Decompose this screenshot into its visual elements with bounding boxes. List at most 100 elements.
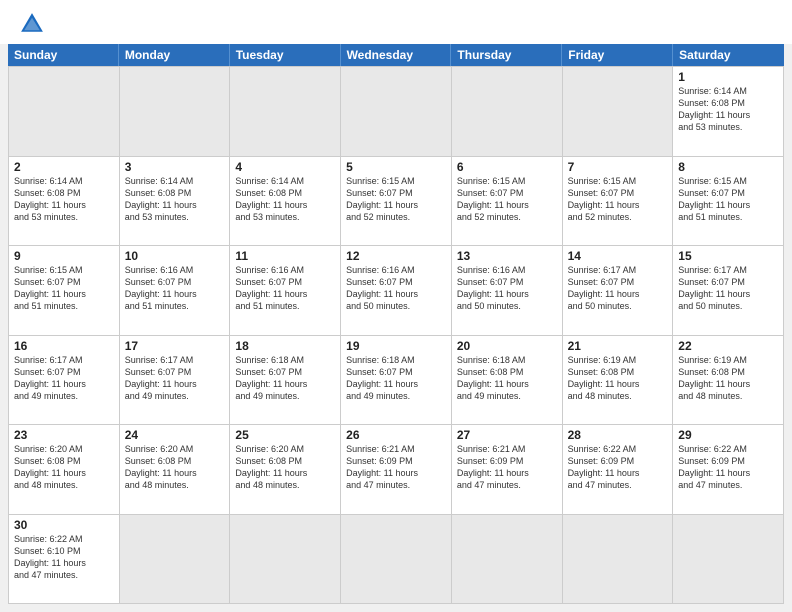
cell-day-number: 8 — [678, 160, 778, 174]
calendar-cell-empty-1 — [120, 67, 231, 157]
calendar-cell-10: 10Sunrise: 6:16 AMSunset: 6:07 PMDayligh… — [120, 246, 231, 336]
day-header-saturday: Saturday — [673, 44, 784, 66]
cell-info: Sunrise: 6:20 AMSunset: 6:08 PMDaylight:… — [14, 443, 114, 492]
cell-info: Sunrise: 6:18 AMSunset: 6:07 PMDaylight:… — [235, 354, 335, 403]
calendar-cell-15: 15Sunrise: 6:17 AMSunset: 6:07 PMDayligh… — [673, 246, 784, 336]
cell-info: Sunrise: 6:15 AMSunset: 6:07 PMDaylight:… — [678, 175, 778, 224]
header — [0, 0, 792, 44]
calendar-cell-3: 3Sunrise: 6:14 AMSunset: 6:08 PMDaylight… — [120, 157, 231, 247]
cell-day-number: 2 — [14, 160, 114, 174]
calendar-cell-empty-3 — [341, 67, 452, 157]
calendar-cell-14: 14Sunrise: 6:17 AMSunset: 6:07 PMDayligh… — [563, 246, 674, 336]
cell-day-number: 13 — [457, 249, 557, 263]
calendar-cell-17: 17Sunrise: 6:17 AMSunset: 6:07 PMDayligh… — [120, 336, 231, 426]
cell-info: Sunrise: 6:17 AMSunset: 6:07 PMDaylight:… — [568, 264, 668, 313]
cell-day-number: 18 — [235, 339, 335, 353]
cell-info: Sunrise: 6:22 AMSunset: 6:10 PMDaylight:… — [14, 533, 114, 582]
cell-info: Sunrise: 6:21 AMSunset: 6:09 PMDaylight:… — [457, 443, 557, 492]
cell-info: Sunrise: 6:22 AMSunset: 6:09 PMDaylight:… — [678, 443, 778, 492]
cell-day-number: 26 — [346, 428, 446, 442]
calendar-cell-empty-0 — [9, 67, 120, 157]
calendar-cell-26: 26Sunrise: 6:21 AMSunset: 6:09 PMDayligh… — [341, 425, 452, 515]
calendar-cell-12: 12Sunrise: 6:16 AMSunset: 6:07 PMDayligh… — [341, 246, 452, 336]
calendar-cell-2: 2Sunrise: 6:14 AMSunset: 6:08 PMDaylight… — [9, 157, 120, 247]
cell-info: Sunrise: 6:15 AMSunset: 6:07 PMDaylight:… — [14, 264, 114, 313]
calendar-cell-7: 7Sunrise: 6:15 AMSunset: 6:07 PMDaylight… — [563, 157, 674, 247]
logo-icon — [18, 10, 46, 38]
cell-day-number: 28 — [568, 428, 668, 442]
calendar-cell-4: 4Sunrise: 6:14 AMSunset: 6:08 PMDaylight… — [230, 157, 341, 247]
day-header-thursday: Thursday — [451, 44, 562, 66]
cell-day-number: 3 — [125, 160, 225, 174]
calendar-cell-13: 13Sunrise: 6:16 AMSunset: 6:07 PMDayligh… — [452, 246, 563, 336]
cell-info: Sunrise: 6:18 AMSunset: 6:08 PMDaylight:… — [457, 354, 557, 403]
cell-info: Sunrise: 6:22 AMSunset: 6:09 PMDaylight:… — [568, 443, 668, 492]
cell-day-number: 25 — [235, 428, 335, 442]
calendar-cell-5: 5Sunrise: 6:15 AMSunset: 6:07 PMDaylight… — [341, 157, 452, 247]
calendar-cell-empty-36 — [120, 515, 231, 605]
cell-info: Sunrise: 6:16 AMSunset: 6:07 PMDaylight:… — [457, 264, 557, 313]
day-header-sunday: Sunday — [8, 44, 119, 66]
cell-info: Sunrise: 6:21 AMSunset: 6:09 PMDaylight:… — [346, 443, 446, 492]
cell-day-number: 14 — [568, 249, 668, 263]
day-header-monday: Monday — [119, 44, 230, 66]
cell-day-number: 17 — [125, 339, 225, 353]
cell-info: Sunrise: 6:17 AMSunset: 6:07 PMDaylight:… — [678, 264, 778, 313]
calendar-cell-6: 6Sunrise: 6:15 AMSunset: 6:07 PMDaylight… — [452, 157, 563, 247]
cell-info: Sunrise: 6:15 AMSunset: 6:07 PMDaylight:… — [457, 175, 557, 224]
cell-info: Sunrise: 6:16 AMSunset: 6:07 PMDaylight:… — [125, 264, 225, 313]
cell-info: Sunrise: 6:15 AMSunset: 6:07 PMDaylight:… — [346, 175, 446, 224]
cell-day-number: 9 — [14, 249, 114, 263]
cell-day-number: 19 — [346, 339, 446, 353]
calendar-grid: 1Sunrise: 6:14 AMSunset: 6:08 PMDaylight… — [8, 66, 784, 604]
cell-day-number: 11 — [235, 249, 335, 263]
logo — [18, 10, 50, 38]
day-header-friday: Friday — [562, 44, 673, 66]
calendar-cell-18: 18Sunrise: 6:18 AMSunset: 6:07 PMDayligh… — [230, 336, 341, 426]
calendar: SundayMondayTuesdayWednesdayThursdayFrid… — [8, 44, 784, 604]
cell-info: Sunrise: 6:18 AMSunset: 6:07 PMDaylight:… — [346, 354, 446, 403]
cell-day-number: 23 — [14, 428, 114, 442]
cell-day-number: 15 — [678, 249, 778, 263]
cell-info: Sunrise: 6:17 AMSunset: 6:07 PMDaylight:… — [125, 354, 225, 403]
cell-info: Sunrise: 6:16 AMSunset: 6:07 PMDaylight:… — [346, 264, 446, 313]
calendar-cell-empty-5 — [563, 67, 674, 157]
calendar-cell-empty-39 — [452, 515, 563, 605]
cell-info: Sunrise: 6:17 AMSunset: 6:07 PMDaylight:… — [14, 354, 114, 403]
calendar-cell-empty-40 — [563, 515, 674, 605]
cell-day-number: 1 — [678, 70, 778, 84]
cell-info: Sunrise: 6:14 AMSunset: 6:08 PMDaylight:… — [125, 175, 225, 224]
cell-info: Sunrise: 6:15 AMSunset: 6:07 PMDaylight:… — [568, 175, 668, 224]
cell-day-number: 12 — [346, 249, 446, 263]
calendar-cell-27: 27Sunrise: 6:21 AMSunset: 6:09 PMDayligh… — [452, 425, 563, 515]
calendar-cell-22: 22Sunrise: 6:19 AMSunset: 6:08 PMDayligh… — [673, 336, 784, 426]
cell-day-number: 30 — [14, 518, 114, 532]
cell-day-number: 20 — [457, 339, 557, 353]
cell-info: Sunrise: 6:20 AMSunset: 6:08 PMDaylight:… — [125, 443, 225, 492]
calendar-cell-1: 1Sunrise: 6:14 AMSunset: 6:08 PMDaylight… — [673, 67, 784, 157]
day-headers: SundayMondayTuesdayWednesdayThursdayFrid… — [8, 44, 784, 66]
cell-info: Sunrise: 6:14 AMSunset: 6:08 PMDaylight:… — [678, 85, 778, 134]
cell-info: Sunrise: 6:19 AMSunset: 6:08 PMDaylight:… — [678, 354, 778, 403]
calendar-cell-empty-41 — [673, 515, 784, 605]
cell-day-number: 16 — [14, 339, 114, 353]
cell-day-number: 29 — [678, 428, 778, 442]
calendar-cell-empty-2 — [230, 67, 341, 157]
cell-day-number: 22 — [678, 339, 778, 353]
cell-day-number: 10 — [125, 249, 225, 263]
cell-day-number: 27 — [457, 428, 557, 442]
calendar-cell-11: 11Sunrise: 6:16 AMSunset: 6:07 PMDayligh… — [230, 246, 341, 336]
cell-info: Sunrise: 6:14 AMSunset: 6:08 PMDaylight:… — [235, 175, 335, 224]
calendar-cell-21: 21Sunrise: 6:19 AMSunset: 6:08 PMDayligh… — [563, 336, 674, 426]
calendar-cell-empty-4 — [452, 67, 563, 157]
cell-info: Sunrise: 6:14 AMSunset: 6:08 PMDaylight:… — [14, 175, 114, 224]
day-header-tuesday: Tuesday — [230, 44, 341, 66]
cell-info: Sunrise: 6:19 AMSunset: 6:08 PMDaylight:… — [568, 354, 668, 403]
calendar-cell-30: 30Sunrise: 6:22 AMSunset: 6:10 PMDayligh… — [9, 515, 120, 605]
cell-day-number: 21 — [568, 339, 668, 353]
calendar-cell-24: 24Sunrise: 6:20 AMSunset: 6:08 PMDayligh… — [120, 425, 231, 515]
cell-day-number: 5 — [346, 160, 446, 174]
calendar-cell-19: 19Sunrise: 6:18 AMSunset: 6:07 PMDayligh… — [341, 336, 452, 426]
cell-day-number: 7 — [568, 160, 668, 174]
calendar-cell-20: 20Sunrise: 6:18 AMSunset: 6:08 PMDayligh… — [452, 336, 563, 426]
